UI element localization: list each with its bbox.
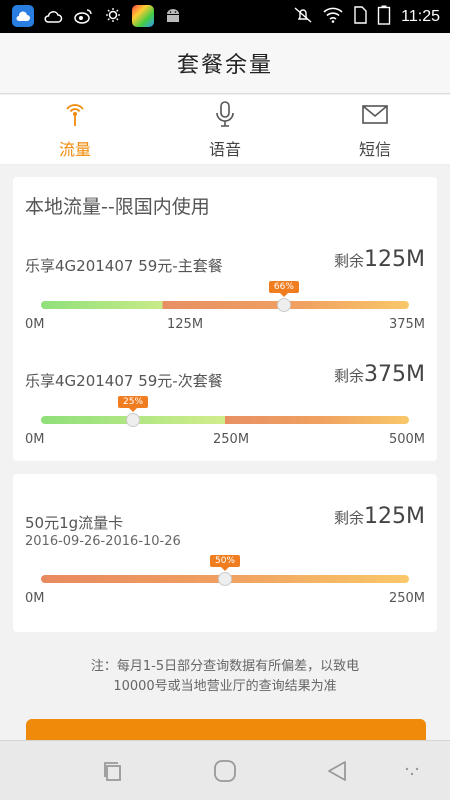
- disclaimer-note: 注：每月1-5日部分查询数据有所偏差，以致电 10000号或当地营业厅的查询结果…: [0, 657, 450, 697]
- tab-voice-label: 语音: [208, 139, 241, 159]
- clock: 11:25: [401, 7, 440, 25]
- system-status: 11:25: [293, 0, 440, 33]
- usage-bar: [41, 301, 409, 309]
- remaining-label: 剩余: [334, 367, 365, 385]
- percent-badge: 25%: [117, 396, 149, 412]
- cloud-app-icon: [12, 5, 34, 27]
- weibo-icon: [72, 5, 94, 27]
- tick-mid: 250M: [213, 432, 250, 447]
- package-date-range: 2016-09-26-2016-10-26: [25, 534, 181, 549]
- remaining-amount: 剩余375M: [334, 362, 425, 387]
- tick-max: 500M: [388, 432, 425, 447]
- sim-icon: [353, 5, 367, 28]
- status-bar: 11:25: [0, 0, 450, 33]
- local-data-card: 本地流量--限国内使用 乐享4G201407 59元-主套餐 剩余125M 66…: [13, 177, 437, 461]
- usage-bar: [41, 416, 409, 424]
- tick-min: 0M: [25, 317, 45, 332]
- wifi-icon: [323, 7, 343, 27]
- page-title: 套餐余量: [176, 53, 273, 78]
- weather-sun-icon: [102, 5, 124, 27]
- usage-knob: [218, 572, 232, 586]
- remaining-value: 375M: [364, 362, 425, 387]
- tick-mid: 125M: [167, 317, 204, 332]
- home-icon[interactable]: [211, 757, 239, 785]
- android-icon: [162, 5, 184, 27]
- usage-knob: [276, 298, 291, 312]
- tick-min: 0M: [25, 432, 45, 447]
- app-header: 套餐余量: [0, 33, 450, 94]
- tab-sms-label: 短信: [358, 139, 391, 159]
- package-name: 乐享4G201407 59元-主套餐: [25, 257, 223, 275]
- note-line-1: 注：每月1-5日部分查询数据有所偏差，以致电: [90, 659, 360, 674]
- remaining-value: 125M: [364, 504, 425, 529]
- tick-min: 0M: [25, 591, 45, 606]
- remaining-amount: 剩余125M: [334, 247, 425, 272]
- more-icon[interactable]: [398, 757, 426, 785]
- remaining-value: 125M: [364, 247, 425, 272]
- card-title: 本地流量--限国内使用: [25, 196, 210, 218]
- tick-max: 250M: [388, 591, 425, 606]
- envelope-icon: [361, 100, 389, 132]
- battery-icon: [377, 5, 391, 29]
- usage-knob: [126, 413, 140, 427]
- tab-bar: 流量 语音 短信: [0, 95, 450, 165]
- notification-icons: [12, 5, 184, 27]
- percent-badge: 50%: [209, 555, 241, 571]
- tick-max: 375M: [388, 317, 425, 332]
- app-store-icon: [132, 5, 154, 27]
- weather-cloud-icon: [42, 5, 64, 27]
- package-name: 50元1g流量卡: [25, 514, 124, 532]
- tab-data-label: 流量: [58, 139, 91, 159]
- microphone-icon: [211, 100, 239, 132]
- back-icon[interactable]: [323, 757, 351, 785]
- mute-icon: [293, 6, 313, 28]
- signal-icon: [61, 100, 89, 132]
- package-name: 乐享4G201407 59元-次套餐: [25, 372, 223, 390]
- tab-data[interactable]: 流量: [0, 95, 150, 164]
- data-card-package: 50元1g流量卡 2016-09-26-2016-10-26 剩余125M 50…: [13, 474, 437, 632]
- system-nav-bar: [0, 740, 450, 800]
- tab-sms[interactable]: 短信: [300, 95, 450, 164]
- remaining-label: 剩余: [334, 252, 365, 270]
- remaining-label: 剩余: [334, 509, 365, 527]
- recent-apps-icon[interactable]: [99, 757, 127, 785]
- percent-badge: 66%: [268, 281, 299, 297]
- remaining-amount: 剩余125M: [334, 504, 425, 529]
- tab-voice[interactable]: 语音: [150, 95, 300, 164]
- note-line-2: 10000号或当地营业厅的查询结果为准: [113, 679, 337, 694]
